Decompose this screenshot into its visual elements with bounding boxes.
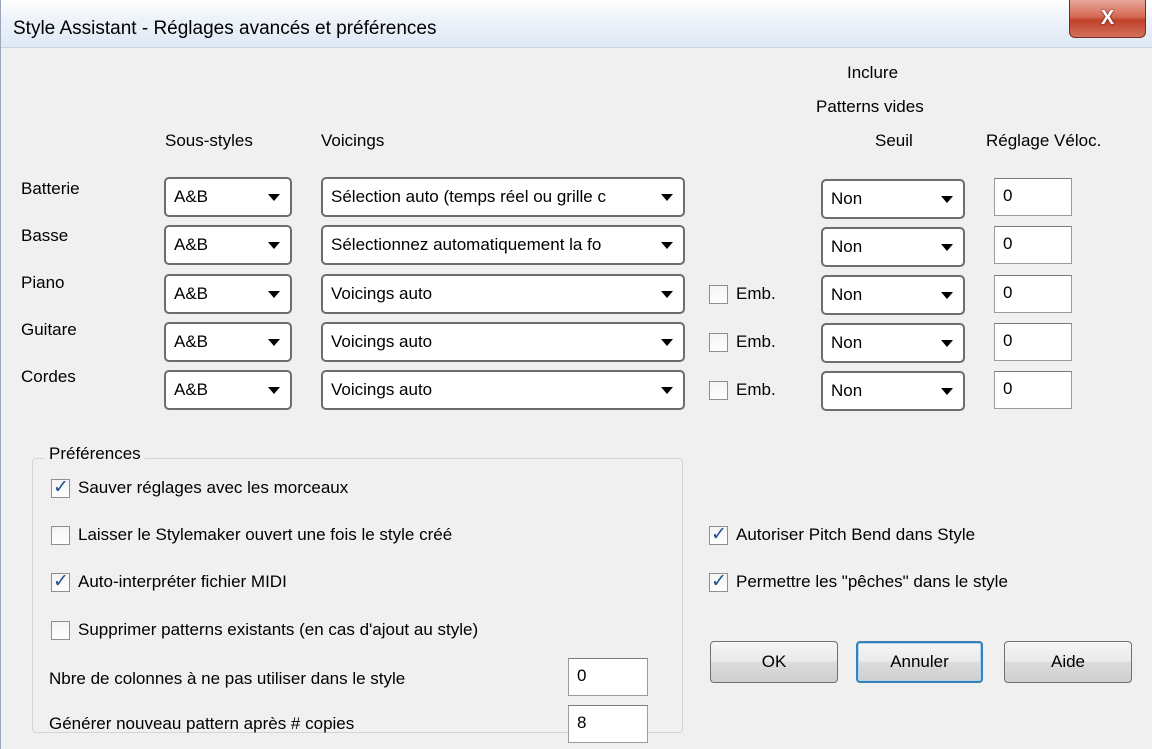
voicing-select-piano[interactable]: Voicings auto <box>321 274 685 314</box>
substyle-select-basse[interactable]: A&B <box>164 225 292 265</box>
new-pattern-label: Générer nouveau pattern après # copies <box>49 714 355 733</box>
chevron-down-icon <box>941 195 953 203</box>
row-label-guitare: Guitare <box>21 320 77 339</box>
threshold-select-batterie[interactable]: Non <box>821 179 965 219</box>
row-label-batterie: Batterie <box>21 179 80 198</box>
save-settings-checkbox[interactable] <box>51 476 70 498</box>
substyle-value: A&B <box>174 187 209 206</box>
columns-input[interactable]: 0 <box>568 658 648 696</box>
threshold-value: Non <box>831 333 863 352</box>
substyle-select-cordes[interactable]: A&B <box>164 370 292 410</box>
chevron-down-icon <box>268 193 280 201</box>
save-settings-label: Sauver réglages avec les morceaux <box>78 478 349 497</box>
voicing-value: Sélectionnez automatiquement la fo <box>331 235 602 254</box>
velocity-input-basse[interactable]: 0 <box>994 226 1072 264</box>
substyle-select-batterie[interactable]: A&B <box>164 177 292 217</box>
pushes-label: Permettre les "pêches" dans le style <box>736 572 1008 591</box>
header-voicings: Voicings <box>321 131 385 150</box>
chevron-down-icon <box>941 291 953 299</box>
threshold-select-piano[interactable]: Non <box>821 275 965 315</box>
keep-stylemaker-checkbox[interactable] <box>51 526 70 545</box>
dialog-window: Style Assistant - Réglages avancés et pr… <box>0 0 1152 749</box>
chevron-down-icon <box>661 338 673 346</box>
threshold-select-basse[interactable]: Non <box>821 227 965 267</box>
dialog-content: Sous-styles Voicings Inclure Patterns vi… <box>1 49 1152 749</box>
velocity-input-piano[interactable]: 0 <box>994 275 1072 313</box>
substyle-value: A&B <box>174 380 209 399</box>
chevron-down-icon <box>268 338 280 346</box>
pushes-checkbox[interactable] <box>709 570 728 592</box>
columns-label: Nbre de colonnes à ne pas utiliser dans … <box>49 669 406 688</box>
chevron-down-icon <box>661 193 673 201</box>
voicing-select-guitare[interactable]: Voicings auto <box>321 322 685 362</box>
row-label-cordes: Cordes <box>21 367 76 386</box>
threshold-select-guitare[interactable]: Non <box>821 323 965 363</box>
voicing-value: Voicings auto <box>331 284 433 303</box>
emb-checkbox-cordes[interactable] <box>709 381 728 400</box>
velocity-input-batterie[interactable]: 0 <box>994 178 1072 216</box>
pitch-bend-label: Autoriser Pitch Bend dans Style <box>736 525 976 544</box>
voicing-select-basse[interactable]: Sélectionnez automatiquement la fo <box>321 225 685 265</box>
threshold-value: Non <box>831 237 863 256</box>
velocity-input-guitare[interactable]: 0 <box>994 323 1072 361</box>
chevron-down-icon <box>941 243 953 251</box>
close-button[interactable]: X <box>1069 0 1146 38</box>
title-bar: Style Assistant - Réglages avancés et pr… <box>1 0 1152 48</box>
header-include-line1: Inclure <box>847 63 899 82</box>
threshold-value: Non <box>831 285 863 304</box>
delete-patterns-checkbox[interactable] <box>51 621 70 640</box>
new-pattern-input[interactable]: 8 <box>568 705 648 743</box>
chevron-down-icon <box>661 386 673 394</box>
threshold-select-cordes[interactable]: Non <box>821 371 965 411</box>
pitch-bend-checkbox[interactable] <box>709 523 728 545</box>
substyle-value: A&B <box>174 235 209 254</box>
substyle-value: A&B <box>174 332 209 351</box>
emb-checkbox-guitare[interactable] <box>709 333 728 352</box>
chevron-down-icon <box>661 241 673 249</box>
substyle-select-guitare[interactable]: A&B <box>164 322 292 362</box>
chevron-down-icon <box>941 387 953 395</box>
chevron-down-icon <box>661 290 673 298</box>
voicing-value: Voicings auto <box>331 380 433 399</box>
header-include-line3: Seuil <box>875 131 913 150</box>
threshold-value: Non <box>831 381 863 400</box>
header-include-line2: Patterns vides <box>816 97 924 116</box>
keep-stylemaker-label: Laisser le Stylemaker ouvert une fois le… <box>78 525 453 544</box>
delete-patterns-label: Supprimer patterns existants (en cas d'a… <box>78 620 479 639</box>
voicing-select-cordes[interactable]: Voicings auto <box>321 370 685 410</box>
voicing-value: Voicings auto <box>331 332 433 351</box>
cancel-button[interactable]: Annuler <box>856 641 983 683</box>
velocity-input-cordes[interactable]: 0 <box>994 371 1072 409</box>
preferences-title: Préférences <box>45 444 145 464</box>
header-substyles: Sous-styles <box>165 131 253 150</box>
header-velocity: Réglage Véloc. <box>986 131 1102 150</box>
auto-interpret-label: Auto-interpréter fichier MIDI <box>78 572 287 591</box>
voicing-value: Sélection auto (temps réel ou grille c <box>331 187 606 206</box>
chevron-down-icon <box>941 339 953 347</box>
chevron-down-icon <box>268 290 280 298</box>
auto-interpret-checkbox[interactable] <box>51 570 70 592</box>
voicing-select-batterie[interactable]: Sélection auto (temps réel ou grille c <box>321 177 685 217</box>
chevron-down-icon <box>268 386 280 394</box>
emb-label-piano: Emb. <box>736 284 776 303</box>
row-label-piano: Piano <box>21 273 65 292</box>
threshold-value: Non <box>831 189 863 208</box>
window-title: Style Assistant - Réglages avancés et pr… <box>13 18 437 39</box>
emb-checkbox-piano[interactable] <box>709 285 728 304</box>
emb-label-guitare: Emb. <box>736 332 776 351</box>
emb-label-cordes: Emb. <box>736 380 776 399</box>
help-button[interactable]: Aide <box>1004 641 1132 683</box>
substyle-select-piano[interactable]: A&B <box>164 274 292 314</box>
row-label-basse: Basse <box>21 226 69 245</box>
chevron-down-icon <box>268 241 280 249</box>
ok-button[interactable]: OK <box>710 641 838 683</box>
substyle-value: A&B <box>174 284 209 303</box>
